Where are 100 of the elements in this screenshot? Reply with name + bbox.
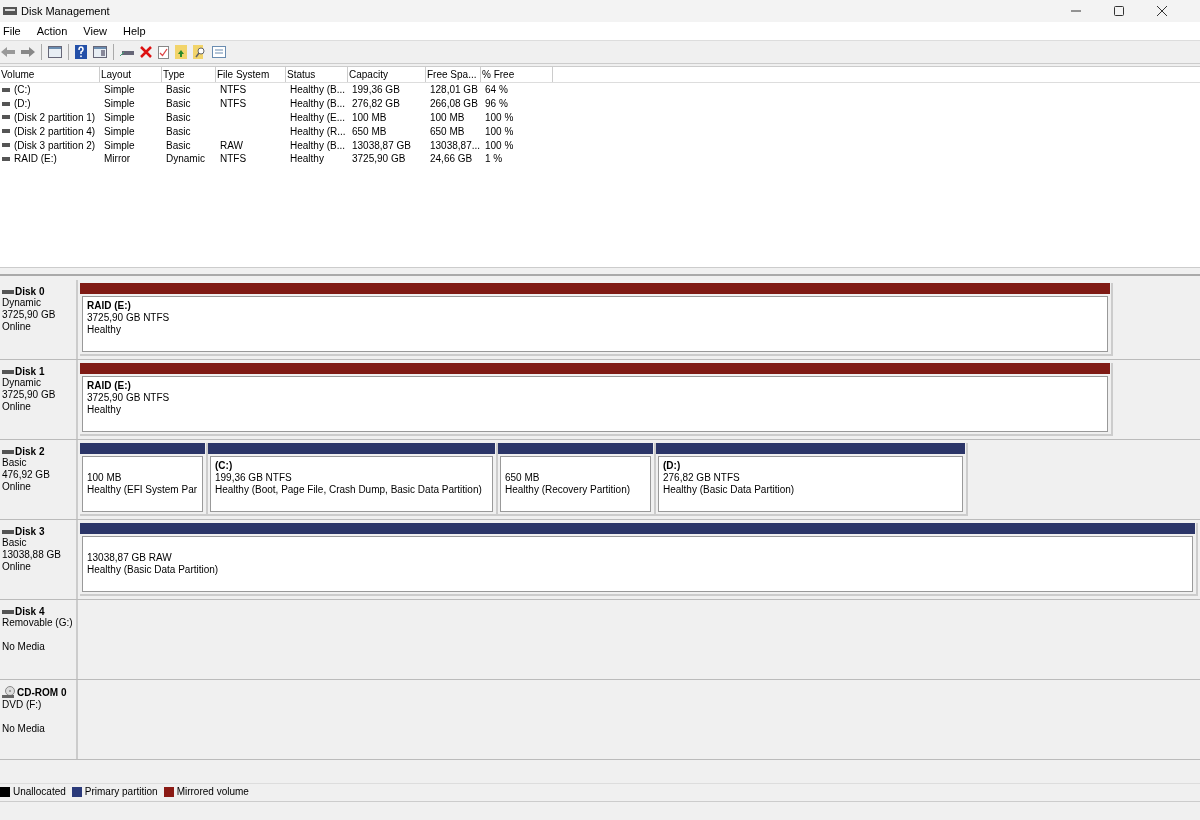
menu-item[interactable]: Action <box>33 25 75 37</box>
table-cell: Mirror <box>104 153 131 165</box>
partition[interactable]: RAID (E:) 3725,90 GB NTFS Healthy <box>80 283 1113 356</box>
table-cell: 100 % <box>485 125 514 137</box>
table-cell: Dynamic <box>166 153 205 165</box>
table-cell: 128,01 GB <box>430 84 478 96</box>
close-icon[interactable] <box>1157 6 1167 16</box>
partition-size: 3725,90 GB NTFS <box>87 312 171 324</box>
table-cell: Healthy (B... <box>290 98 346 110</box>
table-cell: 100 MB <box>430 112 465 123</box>
partition[interactable]: 100 MB Healthy (EFI System Par <box>80 443 208 516</box>
disk-type: Basic <box>2 537 28 549</box>
table-cell: 199,36 GB <box>352 84 400 96</box>
table-cell: Basic <box>166 139 191 151</box>
console-tree-icon[interactable] <box>48 46 62 58</box>
disk-size: 3725,90 GB <box>2 389 57 401</box>
column-header[interactable]: Layout <box>100 67 162 82</box>
table-cell: Healthy (R... <box>290 125 346 137</box>
drive-icon <box>2 289 14 294</box>
menu-item[interactable]: File <box>0 25 28 37</box>
column-header[interactable]: Capacity <box>348 67 426 82</box>
drive-icon <box>2 529 14 534</box>
table-cell: 13038,87... <box>430 139 481 151</box>
drive-icon <box>2 101 10 106</box>
partition-size: 13038,87 GB RAW <box>87 552 173 564</box>
table-cell: Basic <box>166 125 191 137</box>
drive-icon <box>2 449 14 454</box>
table-cell: Healthy (E... <box>290 112 346 123</box>
drive-icon <box>2 609 14 614</box>
table-cell: 276,82 GB <box>352 98 400 110</box>
properties-icon[interactable] <box>212 46 226 58</box>
menu-item[interactable]: View <box>80 25 114 37</box>
window-title: Disk Management <box>21 5 110 17</box>
menu-item[interactable]: Help <box>119 25 153 37</box>
table-cell: 100 % <box>485 139 514 151</box>
column-header[interactable]: Status <box>286 67 348 82</box>
table-cell: 650 MB <box>430 125 465 137</box>
partition-size: 199,36 GB NTFS <box>215 472 293 484</box>
volume-name: (D:) <box>663 460 682 472</box>
disk-status: Online <box>2 401 32 413</box>
disk-status: Online <box>2 561 32 573</box>
column-header[interactable]: % Free <box>481 67 553 82</box>
disk-size: 3725,90 GB <box>2 309 57 321</box>
table-cell: Healthy (B... <box>290 84 346 96</box>
disk-management-icon <box>3 5 17 17</box>
partition[interactable]: (C:) 199,36 GB NTFS Healthy (Boot, Page File, Crash Dump, Basic Data Partition) <box>208 443 498 516</box>
disk-status: Online <box>2 321 32 333</box>
table-cell: NTFS <box>220 153 247 165</box>
volume-name: RAID (E:) <box>87 300 132 312</box>
partition-status: Healthy (EFI System Par <box>87 484 198 496</box>
table-cell: 650 MB <box>352 125 387 137</box>
disk-size: 476,92 GB <box>2 469 51 481</box>
volume-name: RAID (E:) <box>87 380 132 392</box>
drive-icon <box>2 115 10 120</box>
maximize-icon[interactable] <box>1114 6 1124 16</box>
disk-type: Basic <box>2 457 28 469</box>
table-cell: RAW <box>220 139 243 151</box>
disk-status: No Media <box>2 641 46 653</box>
table-cell: (C:) <box>14 84 31 96</box>
table-cell: RAID (E:) <box>14 153 57 165</box>
table-cell: (D:) <box>14 98 31 110</box>
partition-status: Healthy (Basic Data Partition) <box>663 484 796 496</box>
back-arrow-icon[interactable] <box>1 46 15 58</box>
partition-status: Healthy <box>87 404 122 416</box>
column-header[interactable]: Volume <box>0 67 100 82</box>
drive-icon <box>2 87 10 92</box>
partition-size: 3725,90 GB NTFS <box>87 392 171 404</box>
help-icon[interactable] <box>75 45 87 59</box>
table-cell: 3725,90 GB <box>352 153 406 165</box>
drive-icon <box>2 369 14 374</box>
partition[interactable]: (D:) 276,82 GB NTFS Healthy (Basic Data Partition) <box>656 443 968 516</box>
table-cell: Simple <box>104 84 135 96</box>
disk-name: Disk 4 <box>15 606 45 617</box>
table-cell: 24,66 GB <box>430 153 473 165</box>
partition[interactable]: 650 MB Healthy (Recovery Partition) <box>498 443 656 516</box>
drive-icon <box>2 129 10 134</box>
checked-document-icon[interactable] <box>158 45 169 59</box>
action-pane-icon[interactable] <box>93 46 107 58</box>
column-header[interactable]: File System <box>216 67 286 82</box>
column-header[interactable]: Type <box>162 67 216 82</box>
table-cell: 13038,87 GB <box>352 139 411 151</box>
delete-icon[interactable] <box>140 46 152 58</box>
partition-status: Healthy (Basic Data Partition) <box>87 564 220 576</box>
disk-type: Dynamic <box>2 377 42 389</box>
partition-status: Healthy (Boot, Page File, Crash Dump, Basic Data Partition) <box>215 484 483 496</box>
table-cell: 100 MB <box>352 112 387 123</box>
partition[interactable]: 13038,87 GB RAW Healthy (Basic Data Partition) <box>80 523 1198 596</box>
optical-drive-icon <box>2 686 16 699</box>
table-cell: 266,08 GB <box>430 98 478 110</box>
table-cell: (Disk 2 partition 1) <box>14 112 96 123</box>
folder-magnifier-icon[interactable] <box>193 45 206 59</box>
table-cell: (Disk 2 partition 4) <box>14 125 96 137</box>
partition-status: Healthy (Recovery Partition) <box>505 484 632 496</box>
forward-arrow-icon[interactable] <box>21 46 35 58</box>
table-cell: Simple <box>104 139 135 151</box>
partition[interactable]: RAID (E:) 3725,90 GB NTFS Healthy <box>80 363 1113 436</box>
table-cell: Basic <box>166 98 191 110</box>
partition-size: 100 MB <box>87 472 123 484</box>
table-cell: 1 % <box>485 153 503 165</box>
column-header[interactable]: Free Spa... <box>426 67 481 82</box>
